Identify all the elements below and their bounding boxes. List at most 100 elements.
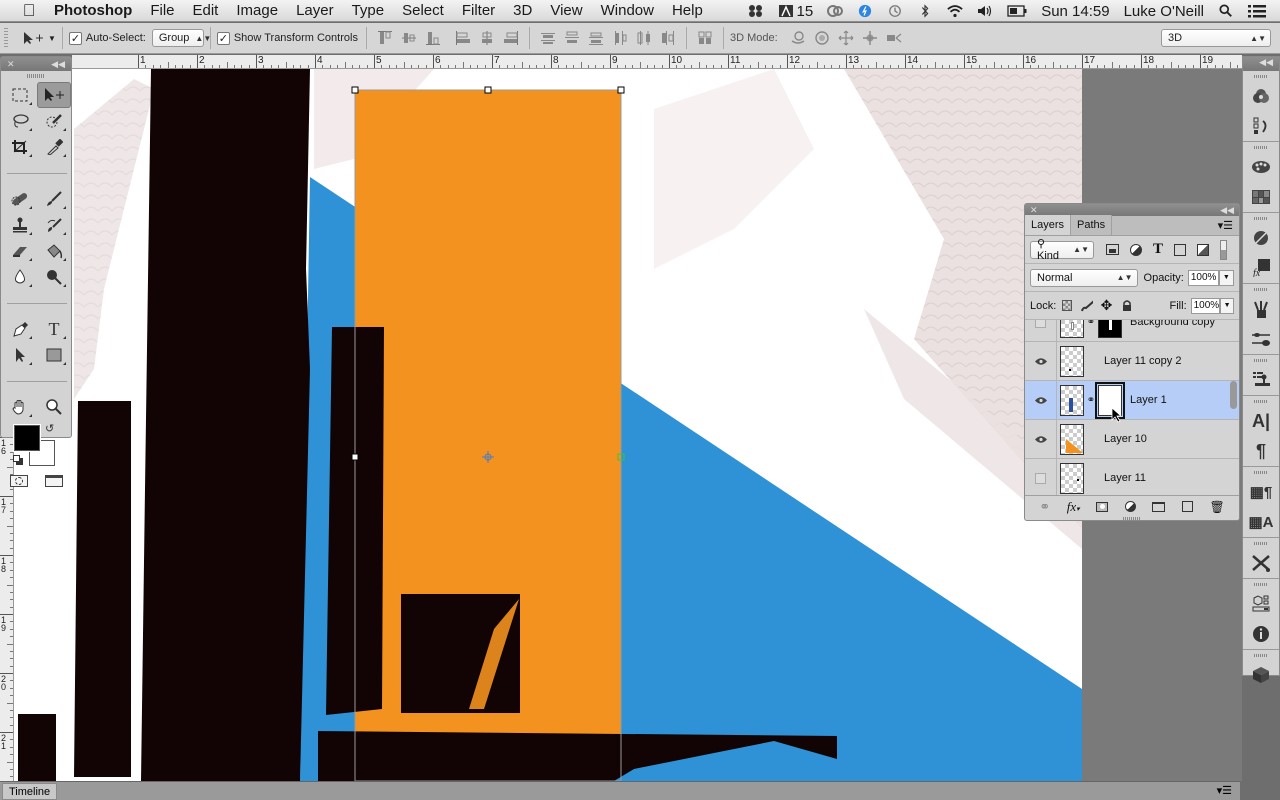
layer-name[interactable]: Layer 11 [1104, 472, 1146, 484]
tab-layers[interactable]: Layers [1025, 215, 1072, 235]
visibility-toggle[interactable] [1025, 381, 1057, 419]
layer-list[interactable]: ⚭ Background copy Layer 11 copy 2 ⚭ Laye… [1025, 320, 1239, 495]
hand-tool[interactable] [3, 394, 37, 420]
time-machine-icon[interactable] [887, 4, 903, 18]
battery-icon[interactable] [1007, 4, 1027, 18]
blend-mode-dropdown[interactable]: Normal ▲▼ [1030, 268, 1138, 287]
close-icon[interactable]: ✕ [1030, 205, 1038, 216]
move-tool[interactable] [37, 82, 71, 108]
panel-menu-icon[interactable]: ▾☰ [1218, 219, 1233, 232]
lock-all-icon[interactable] [1121, 299, 1132, 312]
character-panel-button[interactable]: A| [1243, 406, 1279, 436]
styles-panel-button[interactable]: fx [1243, 253, 1279, 283]
lock-image-pixels-icon[interactable] [1080, 300, 1093, 312]
new-group-icon[interactable] [1152, 501, 1166, 512]
default-colors-icon[interactable] [13, 455, 23, 465]
3d-layers-panel-button[interactable] [1243, 589, 1279, 619]
mask-link-icon[interactable]: ⚭ [1086, 320, 1096, 328]
zoom-tool[interactable] [37, 394, 71, 420]
align-bottom-edges-icon[interactable] [425, 30, 441, 46]
3d-orbit-icon[interactable] [790, 30, 806, 46]
document-canvas[interactable] [14, 69, 1082, 781]
add-layer-mask-icon[interactable] [1096, 501, 1109, 512]
3d-slide-icon[interactable] [862, 30, 878, 46]
spotlight-search-icon[interactable] [1218, 4, 1234, 18]
panel-menu-icon[interactable]: ▾☰ [1217, 784, 1232, 797]
layer-list-scrollbar-thumb[interactable] [1230, 381, 1237, 409]
brush-tool[interactable] [37, 186, 71, 212]
rectangle-tool[interactable] [37, 342, 71, 368]
swap-colors-icon[interactable]: ↺ [45, 422, 54, 435]
wifi-icon[interactable] [947, 4, 963, 18]
menu-filter[interactable]: Filter [462, 2, 495, 19]
visibility-toggle[interactable] [1025, 342, 1057, 380]
mask-link-icon[interactable]: ⚭ [1086, 395, 1096, 406]
layer-mask-thumbnail[interactable] [1098, 320, 1122, 338]
visibility-toggle[interactable] [1025, 459, 1057, 495]
character-styles-panel-button[interactable]: ▦A [1243, 507, 1279, 537]
distribute-right-edges-icon[interactable] [660, 30, 676, 46]
styles-grid-panel-button[interactable] [1243, 182, 1279, 212]
layer-row[interactable]: ⚭ Background copy [1025, 320, 1239, 342]
info-panel-button[interactable] [1243, 619, 1279, 649]
distribute-horizontal-centers-icon[interactable] [636, 30, 652, 46]
type-tool[interactable]: T [37, 316, 71, 342]
group-grip[interactable] [1254, 471, 1268, 474]
menu-type[interactable]: Type [352, 2, 385, 19]
dock-titlebar[interactable]: ◀◀ [1243, 57, 1279, 71]
foreground-color-swatch[interactable] [13, 424, 41, 452]
layer-thumbnail[interactable] [1060, 384, 1084, 416]
user-name[interactable]: Luke O'Neill [1124, 3, 1204, 20]
history-brush-tool[interactable] [37, 212, 71, 238]
swatches-panel-button[interactable] [1243, 152, 1279, 182]
auto-select-target-dropdown[interactable]: Group ▲▼ [151, 29, 211, 47]
paint-bucket-tool[interactable] [37, 238, 71, 264]
filter-adjustment-layers-icon[interactable] [1130, 243, 1142, 256]
layer-row[interactable]: Layer 10 [1025, 420, 1239, 459]
filter-shape-layers-icon[interactable] [1174, 243, 1187, 256]
show-transform-controls-checkbox[interactable]: ✓ [216, 31, 230, 45]
scripts-status-icon[interactable] [748, 4, 764, 18]
menu-help[interactable]: Help [672, 2, 703, 19]
fill-slider-toggle[interactable]: ▼ [1220, 297, 1234, 314]
group-grip[interactable] [1254, 400, 1268, 403]
menu-edit[interactable]: Edit [193, 2, 219, 19]
panel-resize-grip[interactable] [1123, 517, 1141, 521]
opacity-slider-toggle[interactable]: ▼ [1218, 269, 1234, 286]
color-panel-button[interactable] [1243, 81, 1279, 111]
visibility-toggle[interactable] [1025, 420, 1057, 458]
3d-scale-icon[interactable] [886, 30, 902, 46]
opacity-input[interactable]: 100% [1187, 269, 1219, 286]
new-layer-icon[interactable] [1181, 501, 1193, 512]
tool-preset-picker[interactable]: ▼ [22, 30, 56, 46]
menu-image[interactable]: Image [236, 2, 278, 19]
eyedropper-tool[interactable] [37, 134, 71, 160]
layer-name[interactable]: Layer 10 [1104, 433, 1147, 445]
blur-tool[interactable] [3, 264, 37, 290]
distribute-left-edges-icon[interactable] [612, 30, 628, 46]
layer-thumbnail[interactable] [1060, 345, 1084, 377]
tools-panel-titlebar[interactable]: ✕ ◀◀ [1, 57, 71, 71]
filter-toggle-switch[interactable] [1220, 239, 1228, 260]
horizontal-ruler[interactable]: 1234567891011121314151617181920 [72, 55, 1242, 69]
spot-healing-brush-tool[interactable] [3, 186, 37, 212]
align-top-edges-icon[interactable] [377, 30, 393, 46]
brush-presets-panel-button[interactable] [1243, 294, 1279, 324]
align-right-edges-icon[interactable] [503, 30, 519, 46]
3d-roll-icon[interactable] [814, 30, 830, 46]
close-icon[interactable]: ✕ [7, 59, 15, 70]
group-grip[interactable] [1254, 75, 1268, 78]
layer-thumbnail[interactable] [1060, 423, 1084, 455]
menu-window[interactable]: Window [601, 2, 654, 19]
distribute-top-edges-icon[interactable] [540, 30, 556, 46]
distribute-bottom-edges-icon[interactable] [588, 30, 604, 46]
tab-timeline[interactable]: Timeline [2, 783, 58, 800]
rectangular-marquee-tool[interactable] [3, 82, 37, 108]
lasso-tool[interactable] [3, 108, 37, 134]
distribute-vertical-centers-icon[interactable] [564, 30, 580, 46]
3d-pan-icon[interactable] [838, 30, 854, 46]
layer-thumbnail[interactable] [1060, 320, 1084, 338]
history-panel-button[interactable] [1243, 111, 1279, 141]
group-grip[interactable] [1254, 654, 1268, 657]
screen-mode-icon[interactable] [44, 475, 63, 487]
